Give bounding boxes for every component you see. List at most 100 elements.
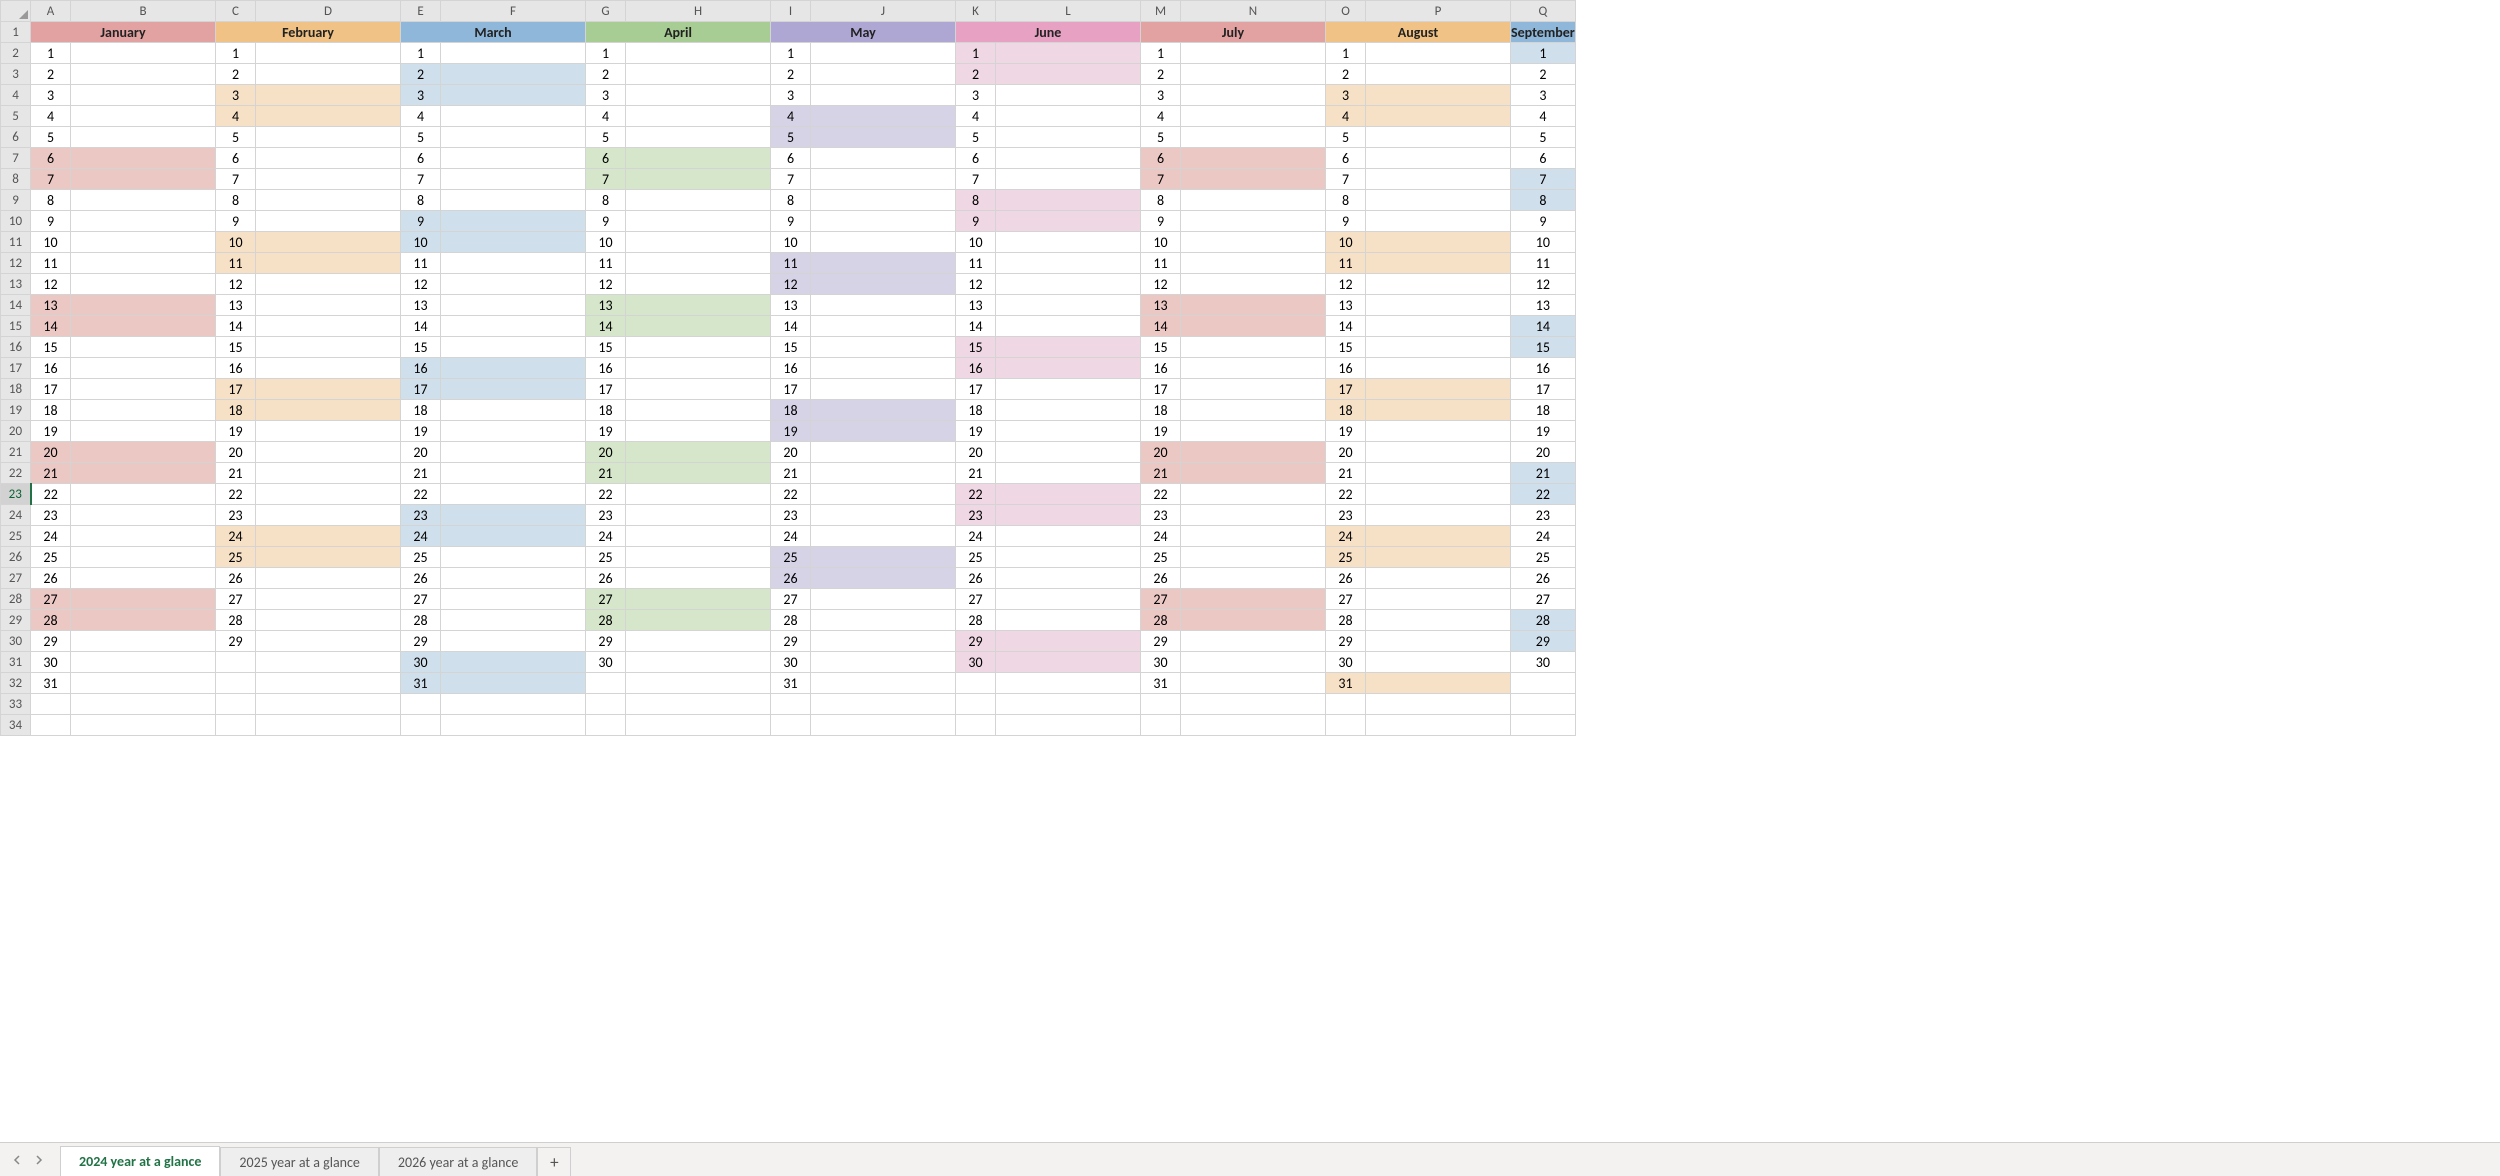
month-header[interactable]: May (771, 22, 956, 43)
day-note-cell[interactable] (441, 295, 586, 316)
row-header[interactable]: 9 (1, 190, 31, 211)
day-number-cell[interactable]: 7 (31, 169, 71, 190)
day-number-cell[interactable]: 2 (1141, 64, 1181, 85)
month-header[interactable]: January (31, 22, 216, 43)
day-number-cell[interactable]: 4 (31, 106, 71, 127)
day-note-cell[interactable] (1366, 274, 1511, 295)
cell[interactable] (1326, 694, 1366, 715)
day-note-cell[interactable] (71, 253, 216, 274)
day-note-cell[interactable] (256, 253, 401, 274)
day-number-cell[interactable]: 23 (1141, 505, 1181, 526)
day-note-cell[interactable] (1366, 673, 1511, 694)
day-number-cell[interactable]: 16 (1141, 358, 1181, 379)
row-header[interactable]: 17 (1, 358, 31, 379)
day-number-cell[interactable]: 15 (771, 337, 811, 358)
day-note-cell[interactable] (441, 274, 586, 295)
day-number-cell[interactable]: 1 (956, 43, 996, 64)
day-note-cell[interactable] (626, 295, 771, 316)
day-number-cell[interactable]: 5 (401, 127, 441, 148)
month-header[interactable]: September (1511, 22, 1576, 43)
day-number-cell[interactable]: 30 (401, 652, 441, 673)
day-note-cell[interactable] (256, 673, 401, 694)
day-note-cell[interactable] (626, 127, 771, 148)
cell[interactable] (216, 673, 256, 694)
day-number-cell[interactable]: 18 (771, 400, 811, 421)
day-note-cell[interactable] (441, 358, 586, 379)
row-header[interactable]: 10 (1, 211, 31, 232)
day-number-cell[interactable]: 1 (771, 43, 811, 64)
day-number-cell[interactable]: 6 (31, 148, 71, 169)
day-number-cell[interactable]: 2 (31, 64, 71, 85)
day-note-cell[interactable] (1181, 148, 1326, 169)
day-note-cell[interactable] (996, 631, 1141, 652)
day-note-cell[interactable] (1366, 337, 1511, 358)
day-number-cell[interactable]: 27 (586, 589, 626, 610)
cell[interactable] (956, 694, 996, 715)
day-note-cell[interactable] (996, 127, 1141, 148)
day-number-cell[interactable]: 26 (31, 568, 71, 589)
cell[interactable] (401, 694, 441, 715)
day-number-cell[interactable]: 22 (1326, 484, 1366, 505)
day-note-cell[interactable] (71, 484, 216, 505)
day-note-cell[interactable] (71, 400, 216, 421)
day-note-cell[interactable] (626, 148, 771, 169)
day-note-cell[interactable] (256, 589, 401, 610)
day-number-cell[interactable]: 23 (1511, 505, 1576, 526)
day-number-cell[interactable]: 14 (771, 316, 811, 337)
row-header[interactable]: 23 (1, 484, 31, 505)
cell[interactable] (996, 694, 1141, 715)
day-number-cell[interactable]: 12 (401, 274, 441, 295)
row-header[interactable]: 6 (1, 127, 31, 148)
day-note-cell[interactable] (996, 190, 1141, 211)
day-note-cell[interactable] (256, 526, 401, 547)
tab-nav-prev[interactable] (8, 1151, 26, 1169)
day-note-cell[interactable] (811, 169, 956, 190)
cell[interactable] (626, 715, 771, 736)
day-number-cell[interactable]: 9 (401, 211, 441, 232)
day-number-cell[interactable]: 13 (956, 295, 996, 316)
day-note-cell[interactable] (811, 610, 956, 631)
day-number-cell[interactable]: 23 (401, 505, 441, 526)
cell[interactable] (71, 694, 216, 715)
day-number-cell[interactable]: 18 (1326, 400, 1366, 421)
day-number-cell[interactable]: 28 (216, 610, 256, 631)
day-number-cell[interactable]: 2 (1511, 64, 1576, 85)
day-number-cell[interactable]: 14 (1141, 316, 1181, 337)
day-note-cell[interactable] (1366, 421, 1511, 442)
day-note-cell[interactable] (1181, 652, 1326, 673)
day-note-cell[interactable] (71, 568, 216, 589)
day-number-cell[interactable]: 2 (216, 64, 256, 85)
column-header[interactable]: C (216, 1, 256, 22)
cell[interactable] (1366, 715, 1511, 736)
day-note-cell[interactable] (441, 190, 586, 211)
day-number-cell[interactable]: 28 (31, 610, 71, 631)
column-header[interactable]: Q (1511, 1, 1576, 22)
day-number-cell[interactable]: 4 (216, 106, 256, 127)
row-header[interactable]: 31 (1, 652, 31, 673)
day-note-cell[interactable] (1366, 43, 1511, 64)
day-number-cell[interactable]: 7 (586, 169, 626, 190)
day-number-cell[interactable]: 22 (771, 484, 811, 505)
day-note-cell[interactable] (1181, 421, 1326, 442)
day-number-cell[interactable]: 6 (1141, 148, 1181, 169)
row-header[interactable]: 26 (1, 547, 31, 568)
cell[interactable] (586, 694, 626, 715)
day-note-cell[interactable] (1366, 232, 1511, 253)
day-note-cell[interactable] (256, 190, 401, 211)
day-note-cell[interactable] (256, 316, 401, 337)
day-number-cell[interactable]: 6 (956, 148, 996, 169)
day-note-cell[interactable] (256, 232, 401, 253)
day-number-cell[interactable]: 24 (1326, 526, 1366, 547)
day-number-cell[interactable]: 28 (586, 610, 626, 631)
day-number-cell[interactable]: 15 (401, 337, 441, 358)
row-header[interactable]: 1 (1, 22, 31, 43)
day-note-cell[interactable] (626, 400, 771, 421)
day-note-cell[interactable] (256, 274, 401, 295)
day-number-cell[interactable]: 3 (401, 85, 441, 106)
day-note-cell[interactable] (441, 64, 586, 85)
cell[interactable] (811, 715, 956, 736)
row-header[interactable]: 28 (1, 589, 31, 610)
day-number-cell[interactable]: 26 (1141, 568, 1181, 589)
day-note-cell[interactable] (1366, 253, 1511, 274)
day-number-cell[interactable]: 15 (1141, 337, 1181, 358)
